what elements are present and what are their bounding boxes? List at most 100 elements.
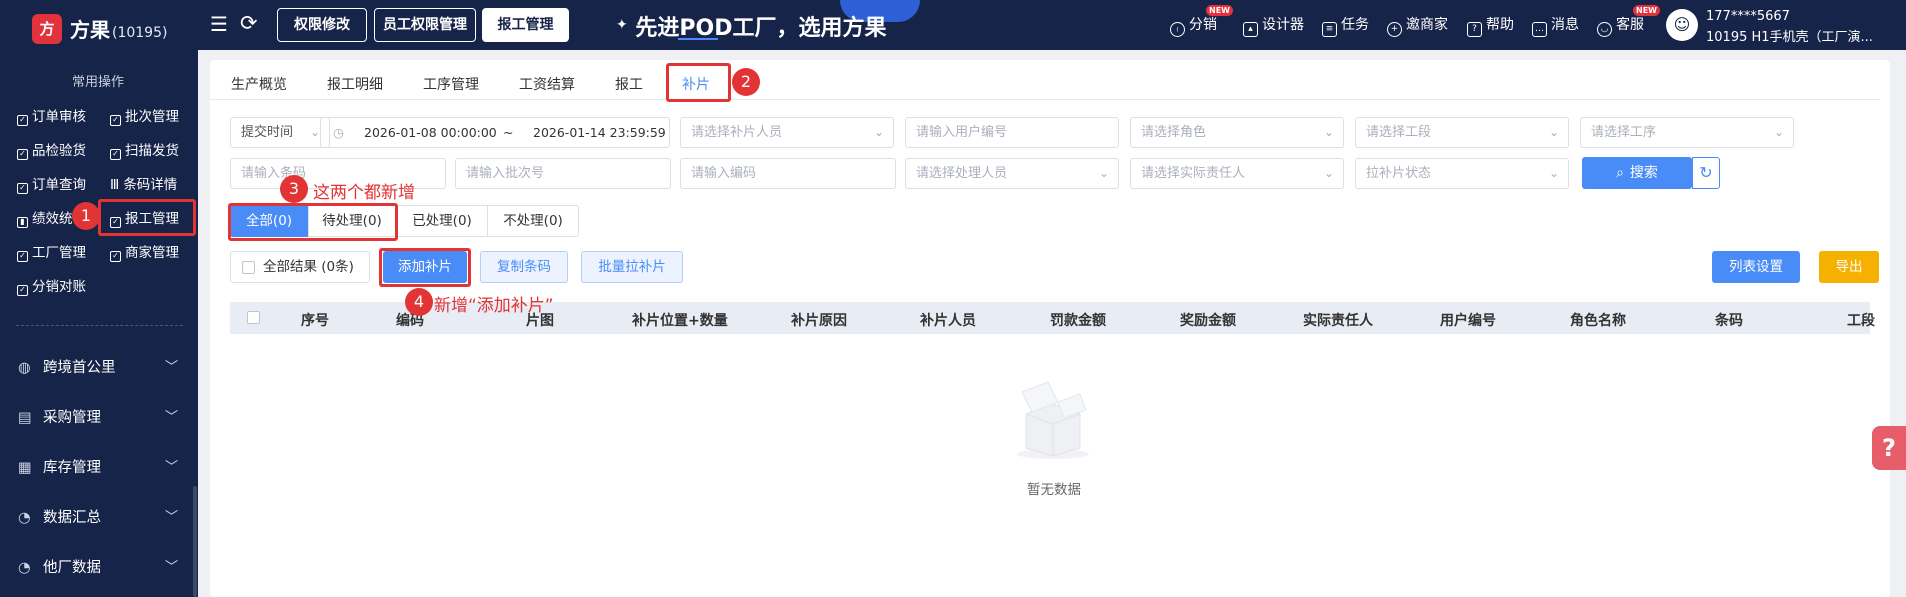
select-all-results[interactable]: 全部结果 (0条): [230, 251, 370, 283]
time-type-select[interactable]: 提交时间 ⌄: [230, 117, 330, 148]
tab-bar: 生产概览 报工明细 工序管理 工资结算 报工 补片: [210, 60, 1880, 100]
designer-link[interactable]: ▴ 设计器: [1243, 14, 1304, 37]
sidebar-divider: [16, 325, 183, 326]
tab-wage-settlement[interactable]: 工资结算: [519, 74, 575, 94]
chevron-down-icon: ⌄: [1773, 125, 1784, 139]
image-icon: ▴: [1243, 22, 1258, 37]
col-role-name: 角色名称: [1570, 313, 1626, 329]
inventory-icon: ▦: [18, 460, 32, 476]
sidebar-item-batch-manage[interactable]: ✓ 批次管理: [110, 105, 179, 126]
user-factory-info[interactable]: 10195 H1手机壳（工厂演...: [1706, 26, 1873, 45]
chevron-down-icon: ﹀: [164, 360, 178, 375]
help-float-button[interactable]: ?: [1872, 426, 1906, 470]
work-report-manage-button[interactable]: 报工管理: [482, 8, 569, 42]
help-link[interactable]: ? 帮助: [1467, 14, 1514, 37]
tab-work-report[interactable]: 报工: [615, 74, 643, 94]
user-avatar-icon[interactable]: ☺: [1666, 9, 1698, 41]
sidebar-item-distribution-reconcile[interactable]: ✓ 分销对账: [17, 275, 86, 296]
sidebar-item-order-query[interactable]: ✓ 订单查询: [17, 173, 86, 194]
message-icon: …: [1532, 22, 1547, 37]
tab-report-detail[interactable]: 报工明细: [327, 74, 383, 94]
sidebar-item-barcode-detail[interactable]: Ⅲ 条码详情: [110, 173, 177, 193]
sidebar-item-quality-check[interactable]: ✓ 品检验货: [17, 139, 86, 160]
select-all-checkbox[interactable]: [247, 311, 260, 324]
sidebar-item-scan-ship[interactable]: ✓ 扫描发货: [110, 139, 179, 160]
question-icon: ?: [1882, 434, 1896, 462]
copy-barcode-button[interactable]: 复制条码: [480, 251, 568, 283]
task-icon: ≡: [1322, 22, 1337, 37]
user-phone[interactable]: 177****5667: [1706, 9, 1790, 24]
col-user-code: 用户编号: [1440, 313, 1496, 329]
customer-service-link[interactable]: ◡ 客服 NEW: [1597, 5, 1660, 37]
date-end[interactable]: 2026-01-14 23:59:59: [533, 118, 666, 147]
step-badge-4: 4: [405, 288, 433, 316]
sidebar-group-inventory[interactable]: ▦ 库存管理 ﹀: [18, 456, 178, 477]
checkbox-icon: ✓: [17, 115, 28, 126]
pie-chart-icon: ◔: [18, 510, 31, 526]
new-badge: NEW: [1633, 5, 1660, 16]
col-position-qty: 补片位置+数量: [632, 313, 728, 329]
status-tab-not-processed[interactable]: 不处理(0): [487, 205, 579, 237]
sidebar-group-data-summary[interactable]: ◔ 数据汇总 ﹀: [18, 506, 178, 527]
refresh-icon[interactable]: ⟳: [240, 11, 258, 35]
user-code-input[interactable]: 请输入用户编号: [905, 117, 1119, 148]
code-input[interactable]: 请输入编码: [680, 158, 896, 189]
staff-permission-button[interactable]: 员工权限管理: [374, 8, 476, 42]
tab-process-manage[interactable]: 工序管理: [423, 74, 479, 94]
empty-box-icon: [1017, 381, 1089, 459]
patch-person-select[interactable]: 请选择补片人员 ⌄: [680, 117, 894, 148]
batch-no-input[interactable]: 请输入批次号: [455, 158, 671, 189]
store-icon: ▤: [18, 410, 32, 426]
sidebar-item-merchant-manage[interactable]: ✓ 商家管理: [110, 241, 179, 262]
work-section-select[interactable]: 请选择工段 ⌄: [1355, 117, 1569, 148]
distribution-link[interactable]: ₍ 分销 NEW: [1170, 5, 1233, 37]
message-link[interactable]: … 消息: [1532, 14, 1579, 37]
highlight-patch-tab: [666, 63, 731, 102]
chevron-down-icon: ⌄: [1323, 125, 1334, 139]
checkbox-icon: ✓: [110, 251, 121, 262]
chevron-down-icon: ﹀: [164, 560, 178, 575]
sidebar-group-other-factory[interactable]: ◔ 他厂数据 ﹀: [18, 556, 178, 577]
refresh-icon: ↻: [1699, 163, 1713, 182]
checkbox-icon: ✓: [17, 183, 28, 194]
sidebar-item-performance[interactable]: ▮ 绩效统: [17, 207, 73, 228]
responsible-select[interactable]: 请选择实际责任人 ⌄: [1130, 158, 1344, 189]
sidebar-item-factory-manage[interactable]: ✓ 工厂管理: [17, 241, 86, 262]
invite-icon: +: [1387, 22, 1402, 37]
tab-production-overview[interactable]: 生产概览: [231, 74, 287, 94]
sidebar-scrollbar[interactable]: [193, 486, 197, 597]
sidebar-section-title: 常用操作: [72, 75, 125, 90]
reset-refresh-button[interactable]: ↻: [1692, 157, 1720, 189]
search-button[interactable]: ⌕ 搜索: [1582, 157, 1692, 189]
batch-pull-patch-button[interactable]: 批量拉补片: [581, 251, 683, 283]
checkbox-icon: ✓: [110, 149, 121, 160]
step-badge-3: 3: [280, 175, 308, 203]
menu-icon[interactable]: ☰: [210, 12, 228, 36]
headset-icon: ◡: [1597, 22, 1612, 37]
handler-select[interactable]: 请选择处理人员 ⌄: [905, 158, 1119, 189]
col-reason: 补片原因: [791, 313, 847, 329]
list-settings-button[interactable]: 列表设置: [1712, 251, 1800, 283]
checkbox[interactable]: [242, 261, 255, 274]
step-badge-2: 2: [732, 68, 760, 96]
process-select[interactable]: 请选择工序 ⌄: [1580, 117, 1794, 148]
sidebar-item-order-review[interactable]: ✓ 订单审核: [17, 105, 86, 126]
status-tab-processed[interactable]: 已处理(0): [396, 205, 488, 237]
role-select[interactable]: 请选择角色 ⌄: [1130, 117, 1344, 148]
checkbox-icon: ✓: [17, 285, 28, 296]
permission-edit-button[interactable]: 权限修改: [277, 8, 367, 42]
new-badge: NEW: [1206, 5, 1233, 16]
export-button[interactable]: 导出: [1819, 251, 1879, 283]
date-start[interactable]: 2026-01-08 00:00:00: [364, 118, 497, 147]
invite-merchant-link[interactable]: + 邀商家: [1387, 14, 1448, 37]
brand-name: 方果 (10195): [70, 18, 168, 42]
distribution-icon: ₍: [1170, 22, 1185, 37]
pull-status-select[interactable]: 拉补片状态 ⌄: [1355, 158, 1569, 189]
highlight-work-report-menu: [98, 199, 196, 236]
checkbox-icon: ✓: [17, 251, 28, 262]
sidebar-group-crossborder[interactable]: ◍ 跨境首公里 ﹀: [18, 356, 178, 377]
date-range-picker[interactable]: ◷ 2026-01-08 00:00:00 ~ 2026-01-14 23:59…: [320, 117, 670, 148]
task-link[interactable]: ≡ 任务: [1322, 14, 1369, 37]
annotation-note-3: 这两个都新增: [313, 183, 415, 203]
sidebar-group-purchase[interactable]: ▤ 采购管理 ﹀: [18, 406, 178, 427]
